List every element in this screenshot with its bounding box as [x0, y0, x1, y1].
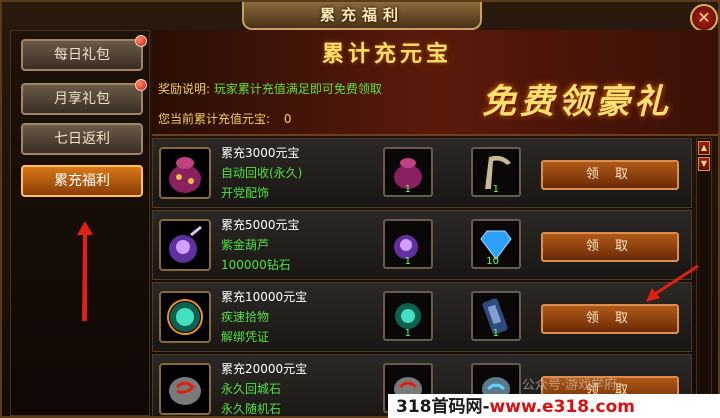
close-button[interactable]: ✕ [690, 4, 718, 32]
sidebar-item-recharge-welfare[interactable]: 累充福利 [21, 165, 143, 197]
site-watermark-prefix: 318首码网- [396, 397, 490, 417]
close-icon: ✕ [697, 8, 711, 27]
reward-threshold: 累充10000元宝 [221, 290, 308, 304]
purple-gourd-icon [159, 219, 211, 271]
current-total: 您当前累计充值元宝: 0 [158, 110, 292, 127]
reward-text: 累充20000元宝 永久回城石 永久随机石 [221, 359, 307, 416]
item-slot[interactable]: 1 [383, 219, 433, 269]
sidebar-item-seven-day-rebate[interactable]: 七日返利 [21, 123, 143, 155]
claim-button[interactable]: 领 取 [541, 160, 679, 190]
reward-row: 累充3000元宝 自动回收(永久) 开党配饰 1 1 领 取 [152, 138, 692, 208]
sidebar-item-daily-gift[interactable]: 每日礼包 [21, 35, 147, 71]
sidebar-item-label: 月享礼包 [54, 91, 110, 107]
window-title: 累充福利 [242, 2, 482, 30]
promo-text: 免费领豪礼 [482, 82, 672, 122]
notification-dot-icon [135, 35, 147, 47]
item-quantity: 1 [404, 328, 411, 339]
item-slot[interactable]: 1 [383, 147, 433, 197]
item-quantity: 10 [486, 256, 499, 267]
reward-line: 解绑凭证 [221, 330, 270, 344]
scroll-up-button[interactable]: ▲ [698, 141, 710, 155]
item-quantity: 1 [492, 184, 499, 195]
reward-line: 紫金葫芦 [221, 238, 270, 252]
reward-text: 累充10000元宝 疾速拾物 解绑凭证 [221, 287, 307, 347]
item-slot[interactable]: 10 [471, 219, 521, 269]
claim-button[interactable]: 领 取 [541, 304, 679, 334]
reward-row: 累充10000元宝 疾速拾物 解绑凭证 1 1 领 取 [152, 282, 692, 352]
wechat-watermark: 公众号·游戏学府 [522, 378, 618, 393]
reward-description-text: 玩家累计充值满足即可免费领取 [213, 82, 382, 96]
reward-threshold: 累充5000元宝 [221, 218, 300, 232]
current-total-label: 您当前累计充值元宝: [158, 112, 271, 126]
sidebar-item-label: 七日返利 [54, 131, 110, 147]
item-quantity: 1 [492, 328, 499, 339]
reward-line: 100000钻石 [221, 258, 291, 272]
scroll-down-button[interactable]: ▼ [698, 157, 710, 171]
item-quantity: 1 [404, 256, 411, 267]
reward-threshold: 累充3000元宝 [221, 146, 300, 160]
reward-line: 开党配饰 [221, 186, 270, 200]
site-watermark: 318首码网-www.e318.com [388, 394, 720, 418]
sidebar: 每日礼包 月享礼包 七日返利 累充福利 [10, 30, 150, 416]
item-slot[interactable]: 1 [471, 291, 521, 341]
reward-description-label: 奖励说明: [158, 82, 211, 96]
site-watermark-url: www.e318.com [489, 397, 635, 417]
claim-button[interactable]: 领 取 [541, 232, 679, 262]
sidebar-item-label: 累充福利 [54, 173, 110, 189]
item-slot[interactable]: 1 [383, 291, 433, 341]
reward-line: 永久随机石 [221, 402, 282, 416]
reward-text: 累充3000元宝 自动回收(永久) 开党配饰 [221, 143, 302, 203]
treasure-bag-icon [159, 147, 211, 199]
reward-threshold: 累充20000元宝 [221, 362, 308, 376]
window-frame: 累充福利 ✕ 每日礼包 月享礼包 七日返利 累充福利 累计充元宝 奖励说明: 玩… [0, 0, 720, 418]
reward-line: 疾速拾物 [221, 310, 270, 324]
rune-stone-icon [159, 363, 211, 415]
reward-description: 奖励说明: 玩家累计充值满足即可免费领取 [158, 80, 382, 97]
reward-text: 累充5000元宝 紫金葫芦 100000钻石 [221, 215, 300, 275]
reward-line: 永久回城石 [221, 382, 282, 396]
sidebar-item-label: 每日礼包 [54, 47, 110, 63]
item-quantity: 1 [404, 184, 411, 195]
banner: 累计充元宝 奖励说明: 玩家累计充值满足即可免费领取 您当前累计充值元宝: 0 … [152, 30, 718, 136]
annotation-arrow-icon [646, 264, 699, 302]
reward-row: 累充5000元宝 紫金葫芦 100000钻石 1 10 领 取 [152, 210, 692, 280]
item-slot[interactable]: 1 [471, 147, 521, 197]
annotation-arrow-icon [77, 221, 93, 321]
banner-title: 累计充元宝 [322, 41, 453, 67]
notification-dot-icon [135, 79, 147, 91]
jade-orb-icon [159, 291, 211, 343]
current-total-value: 0 [283, 112, 292, 126]
reward-line: 自动回收(永久) [221, 166, 303, 180]
sidebar-item-monthly-gift[interactable]: 月享礼包 [21, 79, 147, 115]
